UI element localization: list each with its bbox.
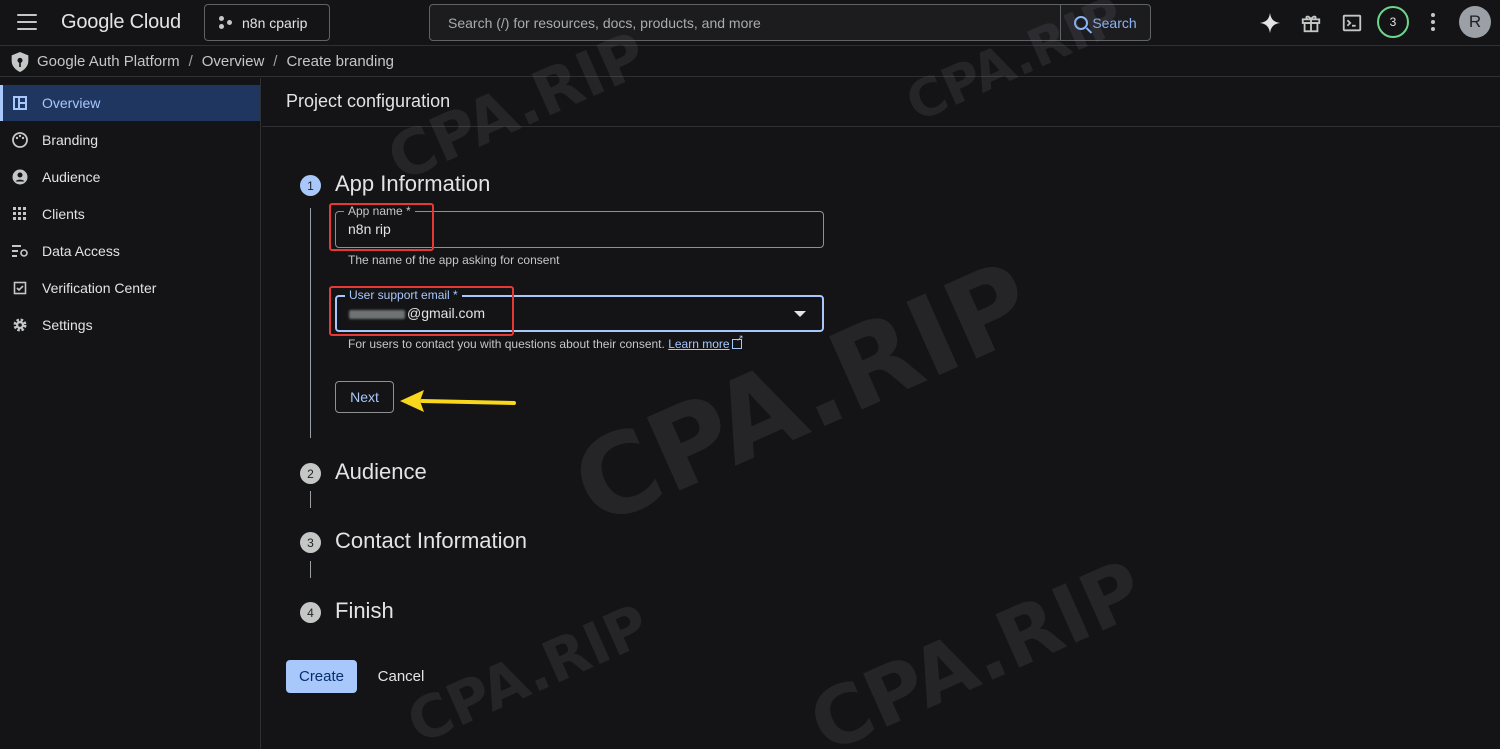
external-link-icon: [731, 333, 744, 349]
sidebar-item-label: Data Access: [42, 243, 120, 259]
gear-icon: [12, 317, 28, 333]
checkbox-icon: [12, 280, 28, 296]
redacted-username: [349, 309, 405, 319]
project-name: n8n cparip: [242, 14, 308, 31]
watermark-text: CPA.RIP: [796, 542, 1158, 749]
project-picker-button[interactable]: n8n cparip: [204, 4, 330, 41]
sidebar-item-overview[interactable]: Overview: [0, 85, 260, 121]
sidebar-item-audience[interactable]: Audience: [0, 159, 260, 195]
project-dots-icon: [219, 15, 233, 30]
palette-icon: [12, 132, 28, 148]
avatar[interactable]: R: [1459, 6, 1491, 38]
chevron-down-icon: [794, 311, 806, 317]
sidebar-item-label: Settings: [42, 317, 93, 333]
step-connector: [310, 491, 311, 508]
step-number-4: 4: [300, 602, 321, 623]
notifications-badge[interactable]: 3: [1377, 6, 1409, 38]
sidebar-item-label: Verification Center: [42, 280, 157, 296]
sidebar-item-label: Branding: [42, 132, 99, 148]
breadcrumb-separator: /: [188, 53, 193, 70]
sidebar-item-label: Clients: [42, 206, 85, 222]
step-connector: [310, 561, 311, 578]
sidebar-item-label: Audience: [42, 169, 101, 185]
breadcrumb-separator: /: [273, 53, 278, 70]
person-icon: [12, 169, 28, 185]
shield-icon: [11, 52, 29, 72]
breadcrumb-bar: Google Auth Platform / Overview / Create…: [0, 47, 1500, 77]
sidebar-item-data-access[interactable]: Data Access: [0, 233, 260, 269]
cloud-shell-icon[interactable]: [1340, 11, 1364, 35]
support-email-hint-text: For users to contact you with questions …: [348, 337, 665, 351]
sidebar-item-label: Overview: [42, 95, 101, 111]
top-bar: Google Cloud n8n cparip Search 3 R: [0, 0, 1500, 46]
step-number-2: 2: [300, 463, 321, 484]
breadcrumb-item-auth-platform[interactable]: Google Auth Platform: [37, 53, 180, 70]
search-button[interactable]: Search: [1060, 5, 1150, 40]
support-email-value-wrap: @gmail.com: [349, 305, 485, 321]
step-number-1: 1: [300, 175, 321, 196]
grid-icon: [12, 206, 28, 222]
step-title-contact-information: Contact Information: [335, 528, 527, 553]
search-box: Search: [429, 4, 1151, 41]
gemini-sparkle-icon[interactable]: [1258, 11, 1282, 35]
page-header: Project configuration: [262, 78, 1500, 127]
step-title-audience: Audience: [335, 459, 427, 484]
data-access-icon: [12, 243, 28, 259]
dashboard-icon: [12, 95, 28, 111]
sidebar-item-settings[interactable]: Settings: [0, 307, 260, 343]
breadcrumb-item-overview[interactable]: Overview: [202, 53, 265, 70]
create-button[interactable]: Create: [286, 660, 357, 693]
support-email-label: User support email *: [345, 288, 462, 302]
watermark-text: CPA.RIP: [554, 236, 1052, 552]
app-name-label: App name *: [344, 204, 415, 218]
search-button-label: Search: [1092, 14, 1137, 31]
support-email-hint: For users to contact you with questions …: [348, 333, 744, 351]
yellow-arrow-icon: [400, 390, 516, 412]
next-button[interactable]: Next: [335, 381, 394, 413]
step-title-app-information: App Information: [335, 171, 491, 196]
step-number-3: 3: [300, 532, 321, 553]
main-menu-icon[interactable]: [17, 14, 37, 30]
support-email-select[interactable]: User support email * @gmail.com: [335, 288, 824, 332]
sidebar-item-branding[interactable]: Branding: [0, 122, 260, 158]
sidebar: Overview Branding Audience Clients Data …: [0, 78, 261, 749]
step-connector: [310, 208, 311, 438]
search-icon: [1074, 15, 1089, 30]
google-cloud-logo[interactable]: Google Cloud: [61, 11, 181, 34]
page-title: Project configuration: [286, 91, 451, 111]
sidebar-item-verification-center[interactable]: Verification Center: [0, 270, 260, 306]
more-options-icon[interactable]: [1431, 13, 1435, 33]
app-name-hint: The name of the app asking for consent: [348, 253, 560, 267]
step-title-finish: Finish: [335, 598, 394, 623]
sidebar-item-clients[interactable]: Clients: [0, 196, 260, 232]
cancel-button[interactable]: Cancel: [365, 660, 437, 693]
breadcrumb: Google Auth Platform / Overview / Create…: [37, 53, 394, 70]
breadcrumb-item-create-branding: Create branding: [286, 53, 395, 70]
support-email-value: @gmail.com: [407, 305, 486, 321]
app-name-field[interactable]: App name * n8n rip: [335, 204, 824, 248]
gift-icon[interactable]: [1299, 11, 1323, 35]
learn-more-link[interactable]: Learn more: [668, 337, 729, 351]
search-input[interactable]: [430, 5, 1060, 40]
app-name-value: n8n rip: [348, 221, 391, 237]
